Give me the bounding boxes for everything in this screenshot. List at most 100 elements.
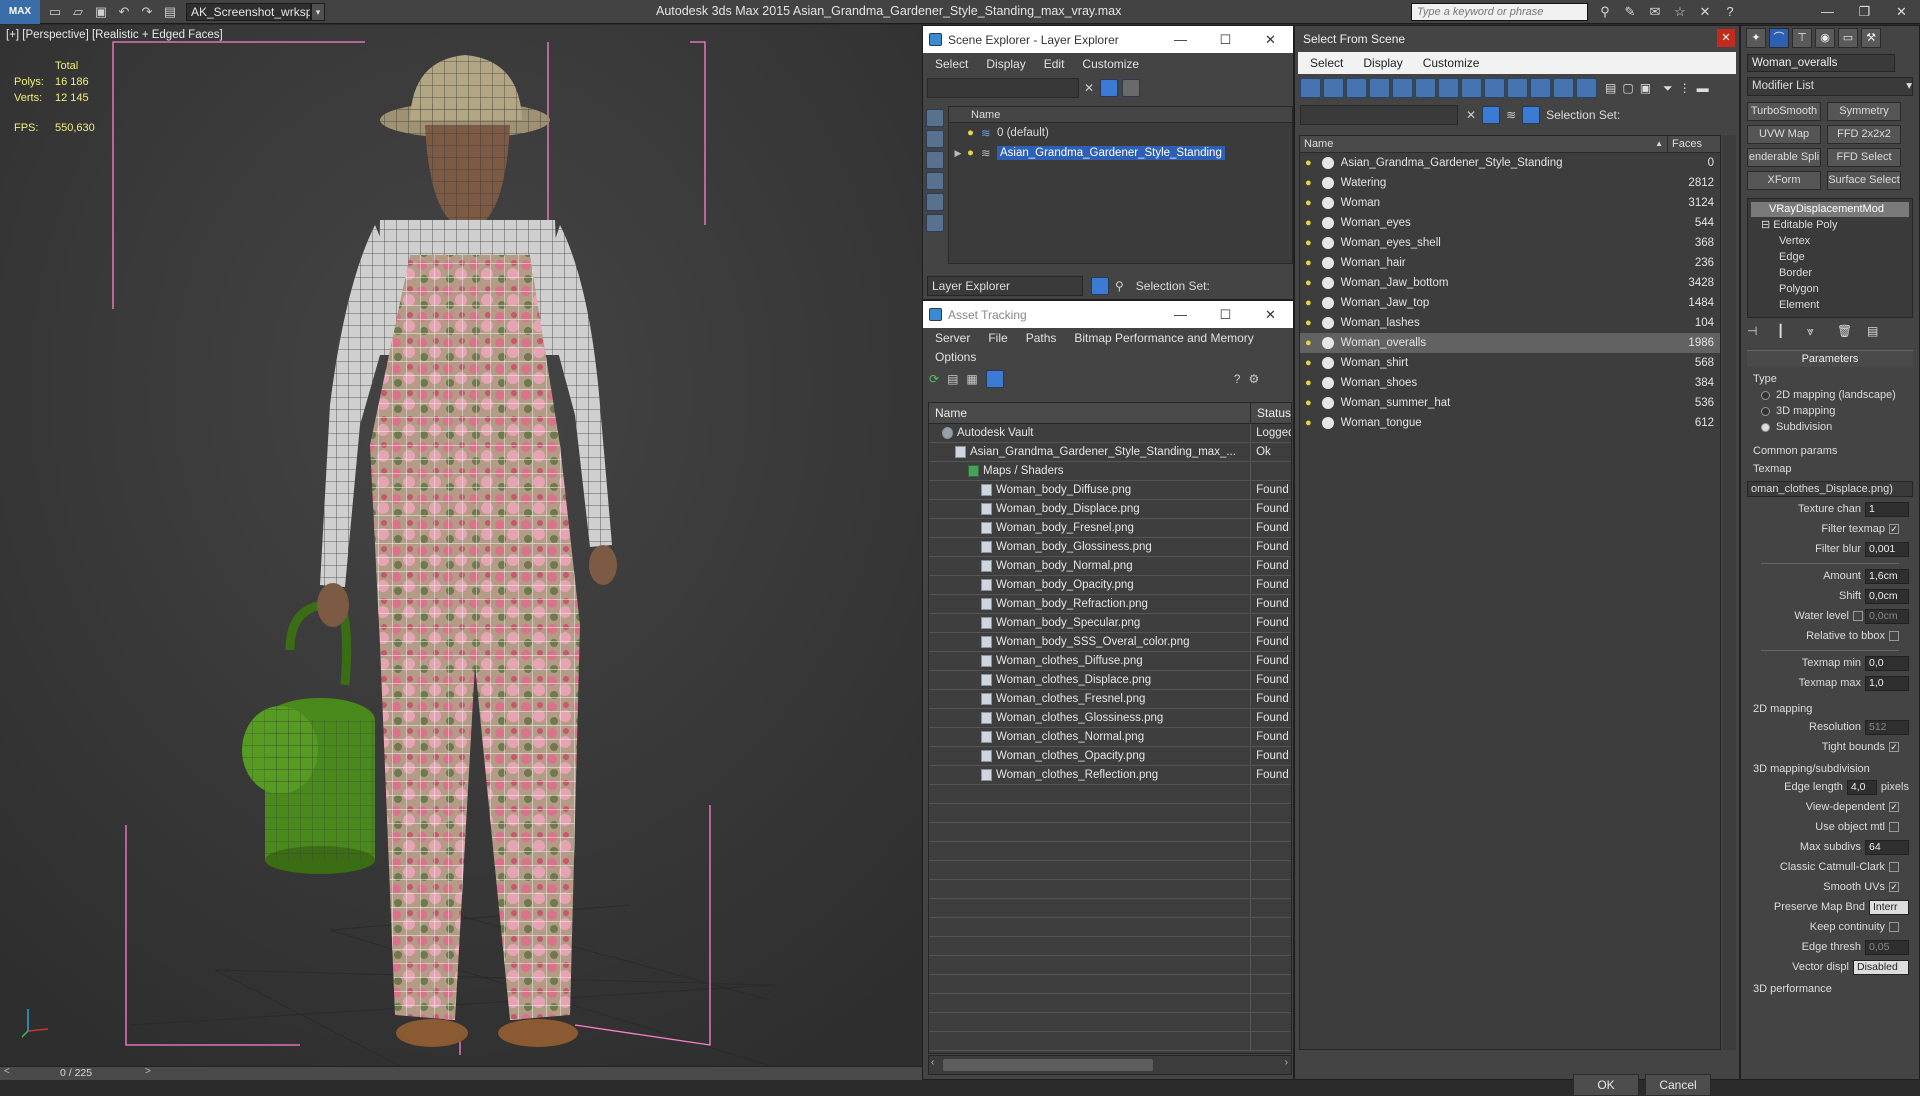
list-view-icon[interactable]: ▤ — [947, 372, 958, 386]
asset-row[interactable]: Woman_clothes_Fresnel.png Found — [929, 690, 1291, 709]
lightbulb-icon[interactable]: ● — [967, 127, 981, 139]
ffd-select-button[interactable]: FFD Select — [1827, 148, 1901, 167]
menu-bitmap-performance[interactable]: Bitmap Performance and Memory — [1074, 331, 1253, 345]
display-groups-icon[interactable] — [1438, 78, 1459, 98]
workspace-dropdown[interactable]: AK_Screenshot_wrksp — [186, 2, 311, 21]
resolution-spinner[interactable]: 512 — [1865, 719, 1909, 735]
lightbulb-icon[interactable]: ● — [1305, 217, 1317, 229]
menu-server[interactable]: Server — [935, 331, 970, 345]
find-input[interactable] — [1300, 105, 1458, 125]
collapse-icon[interactable]: ▬ — [1697, 81, 1709, 95]
asset-row[interactable]: Woman_body_SSS_Overal_color.png Found — [929, 633, 1291, 652]
table-view-icon[interactable] — [985, 370, 1004, 388]
menu-display[interactable]: Display — [1363, 56, 1402, 70]
filter-toggle-icon[interactable] — [1482, 106, 1501, 124]
object-row[interactable]: ● Woman_summer_hat 536 — [1300, 393, 1720, 413]
lightbulb-icon[interactable]: ● — [967, 147, 981, 159]
select-invert-icon[interactable]: ▣ — [1640, 81, 1651, 95]
use-object-mtl-checkbox[interactable] — [1889, 822, 1899, 832]
settings-icon[interactable]: ⚙ — [1248, 372, 1259, 386]
project-folder-icon[interactable]: ▤ — [162, 4, 178, 20]
lightbulb-icon[interactable]: ● — [1305, 237, 1317, 249]
symmetry-button[interactable]: Symmetry — [1827, 102, 1901, 121]
asset-row[interactable]: Woman_body_Normal.png Found — [929, 557, 1291, 576]
keep-continuity-checkbox[interactable] — [1889, 922, 1899, 932]
favorites-star-icon[interactable]: ☆ — [1672, 3, 1688, 21]
stack-sub-element[interactable]: Element — [1751, 297, 1909, 313]
refresh-icon[interactable]: ⟳ — [929, 372, 939, 386]
shift-spinner[interactable]: 0,0cm — [1865, 588, 1909, 604]
new-file-icon[interactable]: ▭ — [47, 4, 63, 20]
menu-file[interactable]: File — [988, 331, 1007, 345]
lightbulb-icon[interactable]: ● — [1305, 397, 1317, 409]
thumbnail-view-icon[interactable]: ▦ — [966, 372, 977, 386]
asset-row[interactable]: Woman_clothes_Displace.png Found — [929, 671, 1291, 690]
display-hidden-icon[interactable] — [1553, 78, 1574, 98]
object-row[interactable]: ● Watering 2812 — [1300, 173, 1720, 193]
asset-row[interactable]: Woman_clothes_Reflection.png Found — [929, 766, 1291, 785]
tab-modify-icon[interactable]: ⌒ — [1769, 28, 1789, 48]
object-row[interactable]: ● Asian_Grandma_Gardener_Style_Standing 0 — [1300, 153, 1720, 173]
object-row[interactable]: ● Woman_lashes 104 — [1300, 313, 1720, 333]
menu-customize[interactable]: Customize — [1082, 57, 1139, 71]
close-icon[interactable]: ✕ — [1248, 301, 1293, 328]
edge-length-spinner[interactable]: 4,0 — [1846, 779, 1877, 795]
layer-icon[interactable]: ≋ — [1506, 108, 1516, 122]
show-end-result-icon[interactable]: ┃ — [1777, 324, 1793, 340]
ffd-2x2x2-button[interactable]: FFD 2x2x2 — [1827, 125, 1901, 144]
minimize-icon[interactable]: — — [1809, 0, 1846, 24]
exchange-icon[interactable]: ✕ — [1697, 3, 1713, 21]
object-row[interactable]: ● Woman_shirt 568 — [1300, 353, 1720, 373]
maximize-icon[interactable]: ☐ — [1203, 301, 1248, 328]
asset-row[interactable]: Woman_clothes_Normal.png Found — [929, 728, 1291, 747]
lightbulb-icon[interactable]: ● — [1305, 337, 1317, 349]
display-geometry-icon[interactable] — [1300, 78, 1321, 98]
texmap-min-spinner[interactable]: 0,0 — [1865, 655, 1909, 671]
texmap-max-spinner[interactable]: 1,0 — [1865, 675, 1909, 691]
hierarchy-icon[interactable]: ⋮ — [1679, 81, 1691, 95]
object-row[interactable]: ● Woman_eyes_shell 368 — [1300, 233, 1720, 253]
texmap-button[interactable]: oman_clothes_Displace.png) — [1747, 481, 1913, 497]
uvw-map-button[interactable]: UVW Map — [1747, 125, 1821, 144]
minimize-icon[interactable]: — — [1158, 301, 1203, 328]
maximize-icon[interactable]: ☐ — [1203, 26, 1248, 53]
menu-paths[interactable]: Paths — [1026, 331, 1057, 345]
stack-sub-vertex[interactable]: Vertex — [1751, 233, 1909, 249]
xform-button[interactable]: XForm — [1747, 171, 1821, 190]
layer-mode-icon[interactable] — [1091, 277, 1109, 295]
asset-row[interactable]: Woman_body_Diffuse.png Found — [929, 481, 1291, 500]
column-status[interactable]: Status — [1251, 403, 1291, 423]
help-icon[interactable]: ? — [1722, 3, 1738, 21]
remove-modifier-icon[interactable]: 🗑 — [1837, 324, 1853, 340]
tab-hierarchy-icon[interactable]: ⊤ — [1792, 28, 1812, 48]
stack-item-editable-poly[interactable]: ⊟ Editable Poly — [1751, 217, 1909, 233]
catmull-clark-checkbox[interactable] — [1889, 862, 1899, 872]
asset-row[interactable]: Woman_body_Refraction.png Found — [929, 595, 1291, 614]
lightbulb-icon[interactable]: ● — [1305, 297, 1317, 309]
asset-row[interactable]: Maps / Shaders — [929, 462, 1291, 481]
viewport-label[interactable]: [+] [Perspective] [Realistic + Edged Fac… — [6, 29, 223, 41]
relative-bbox-checkbox[interactable] — [1889, 631, 1899, 641]
perspective-viewport[interactable]: [+] [Perspective] [Realistic + Edged Fac… — [0, 25, 922, 1066]
stack-sub-edge[interactable]: Edge — [1751, 249, 1909, 265]
object-row[interactable]: ● Woman_eyes 544 — [1300, 213, 1720, 233]
restore-icon[interactable]: ❐ — [1846, 0, 1883, 24]
object-row[interactable]: ● Woman_shoes 384 — [1300, 373, 1720, 393]
display-spacewarps-icon[interactable] — [1415, 78, 1436, 98]
vertical-scrollbar[interactable] — [1723, 135, 1736, 1050]
column-name[interactable]: Name ▲ — [1300, 136, 1668, 152]
object-row[interactable]: ● Woman_Jaw_bottom 3428 — [1300, 273, 1720, 293]
next-frame-button[interactable]: > — [145, 1066, 151, 1077]
display-lights-icon[interactable] — [926, 151, 944, 169]
object-row[interactable]: ● Woman 3124 — [1300, 193, 1720, 213]
hierarchy-icon[interactable]: ⚲ — [1115, 279, 1124, 293]
asset-row[interactable]: Autodesk Vault Logged — [929, 424, 1291, 443]
object-row[interactable]: ● Woman_hair 236 — [1300, 253, 1720, 273]
layer-row[interactable]: ▶ ● ≋ Asian_Grandma_Gardener_Style_Stand… — [949, 143, 1292, 163]
scroll-right-icon[interactable]: › — [1285, 1057, 1288, 1068]
water-level-checkbox[interactable] — [1853, 611, 1863, 621]
column-name[interactable]: Name — [929, 403, 1251, 423]
lightbulb-icon[interactable]: ● — [1305, 257, 1317, 269]
minimize-icon[interactable]: — — [1158, 26, 1203, 53]
object-name-field[interactable]: Woman_overalls — [1747, 54, 1895, 72]
